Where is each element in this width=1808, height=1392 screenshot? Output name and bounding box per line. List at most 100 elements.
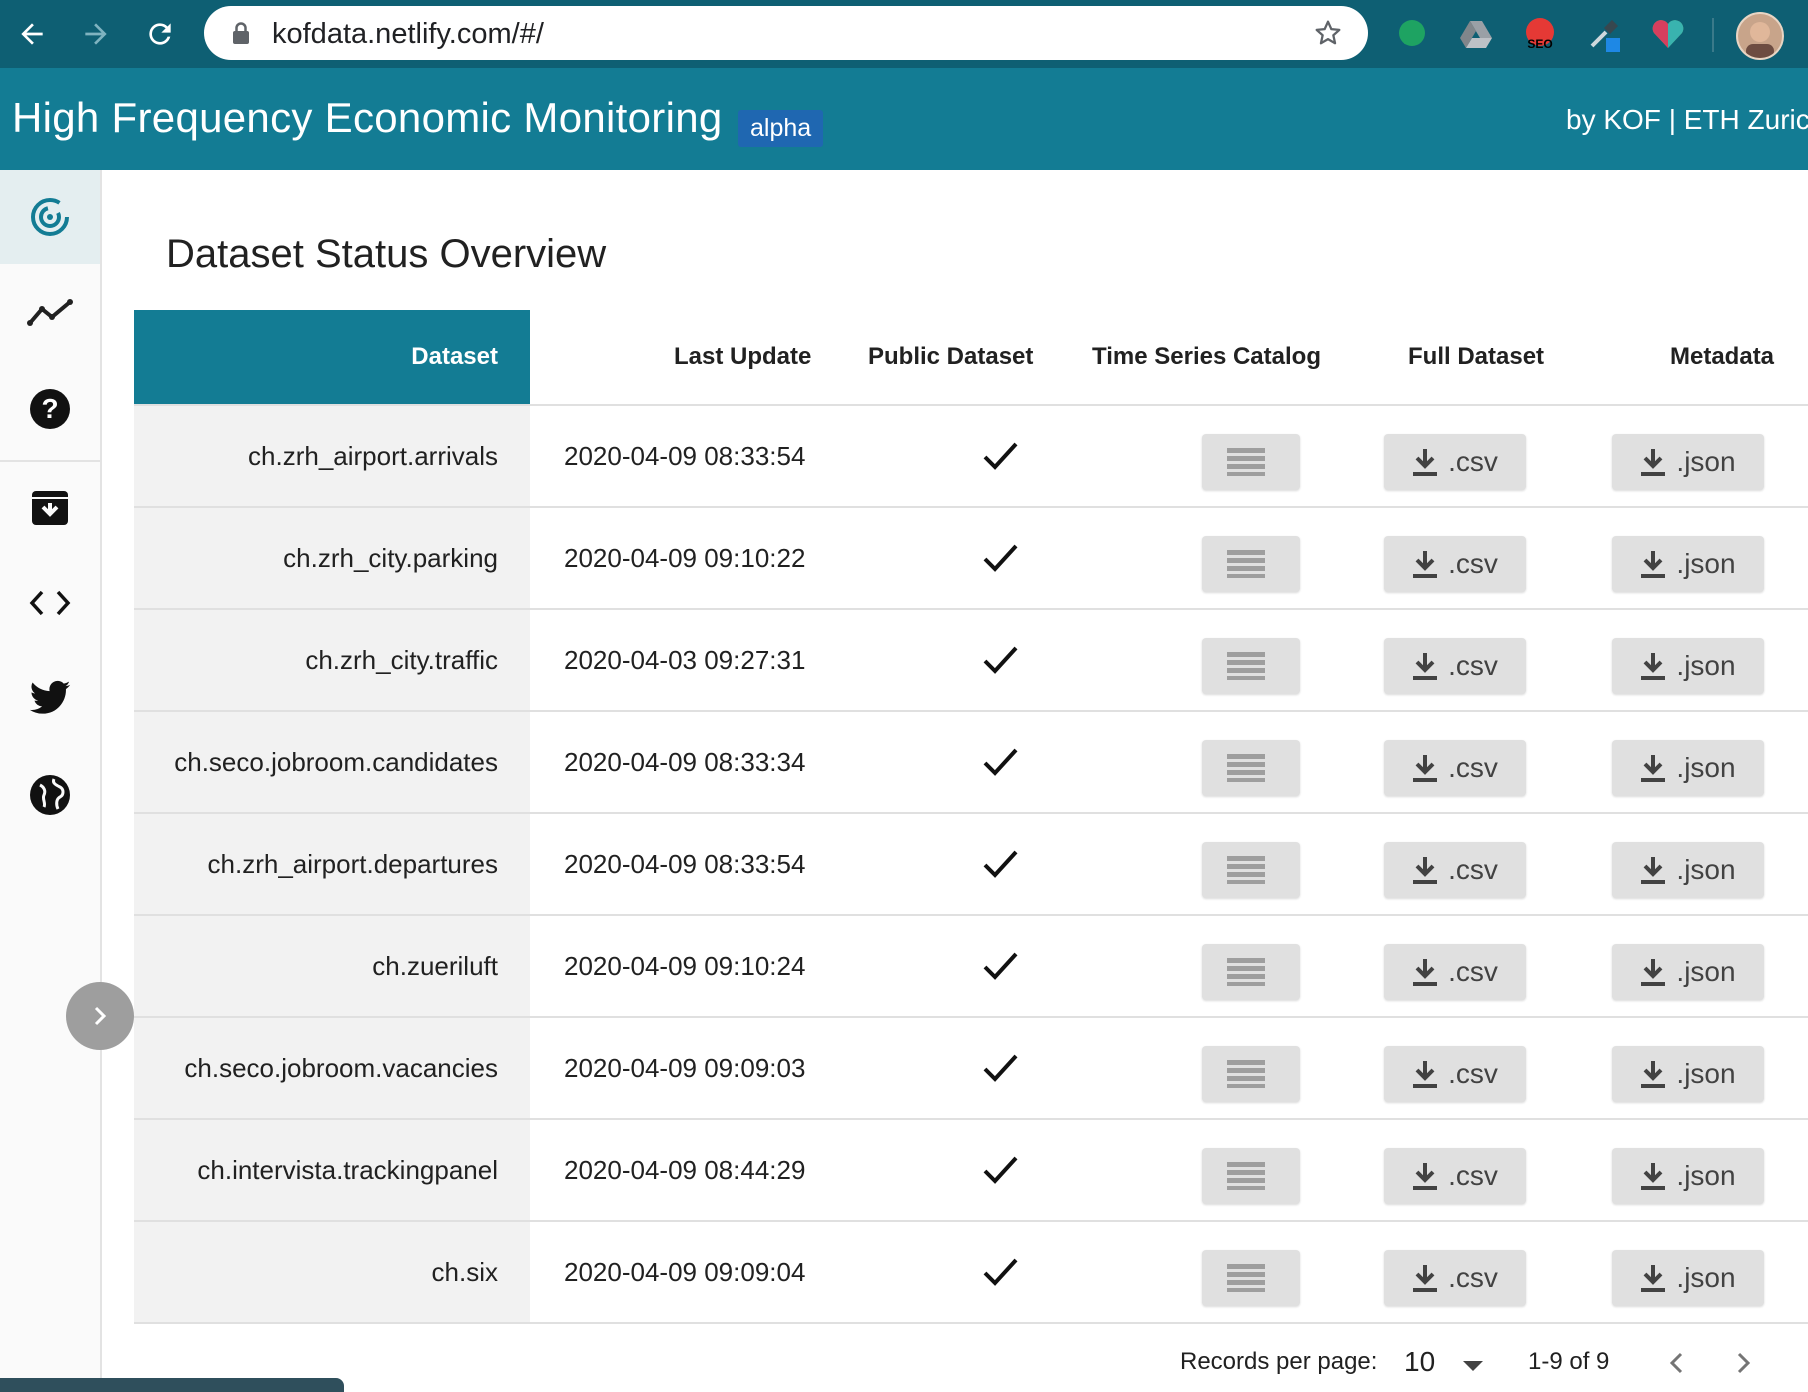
forward-icon[interactable]	[74, 12, 118, 56]
catalog-button[interactable]	[1202, 740, 1300, 796]
rows-per-page-select[interactable]: 10	[1404, 1346, 1435, 1378]
back-icon[interactable]	[10, 12, 54, 56]
download-icon	[1413, 551, 1438, 578]
url-text: kofdata.netlify.com/#/	[272, 18, 544, 50]
csv-label: .csv	[1448, 854, 1498, 885]
download-json-button[interactable]: .json	[1612, 1250, 1764, 1306]
download-csv-button[interactable]: .csv	[1384, 842, 1526, 898]
dataset-name[interactable]: ch.zrh_airport.departures	[134, 814, 530, 914]
download-csv-button[interactable]: .csv	[1384, 740, 1526, 796]
download-icon	[1413, 1265, 1438, 1292]
chevron-left-icon[interactable]	[1660, 1346, 1694, 1380]
sidebar: ?	[0, 170, 134, 1392]
download-icon	[1641, 653, 1666, 680]
download-icon	[1641, 551, 1666, 578]
catalog-button[interactable]	[1202, 1148, 1300, 1204]
trending-line-icon	[27, 299, 73, 326]
catalog-button[interactable]	[1202, 842, 1300, 898]
sidebar-item-help[interactable]: ?	[0, 362, 100, 456]
sidebar-item-downloads[interactable]	[0, 460, 100, 554]
catalog-button[interactable]	[1202, 536, 1300, 592]
svg-text:?: ?	[41, 393, 58, 424]
toolbar-divider	[1712, 18, 1714, 52]
list-icon	[1227, 754, 1265, 782]
download-csv-button[interactable]: .csv	[1384, 638, 1526, 694]
extension-drive-icon[interactable]	[1456, 14, 1496, 54]
dataset-name[interactable]: ch.seco.jobroom.candidates	[134, 712, 530, 812]
caret-down-icon[interactable]	[1462, 1360, 1484, 1372]
dataset-name[interactable]: ch.zrh_city.parking	[134, 508, 530, 608]
extension-chat-icon[interactable]	[1392, 14, 1432, 54]
catalog-button[interactable]	[1202, 1250, 1300, 1306]
sidebar-item-api[interactable]	[0, 556, 100, 650]
download-icon	[1641, 857, 1666, 884]
chevron-right-icon[interactable]	[1726, 1346, 1760, 1380]
download-json-button[interactable]: .json	[1612, 1148, 1764, 1204]
bookmark-star-icon[interactable]	[1312, 17, 1344, 49]
sidebar-item-trends[interactable]	[0, 266, 100, 360]
table-row: ch.zrh_city.traffic 2020-04-03 09:27:31 .c…	[134, 610, 1808, 712]
json-label: .json	[1676, 650, 1736, 681]
header-last-update[interactable]: Last Update	[674, 310, 811, 404]
download-csv-button[interactable]: .csv	[1384, 434, 1526, 490]
reload-icon[interactable]	[138, 12, 182, 56]
code-icon	[29, 590, 71, 616]
chevron-right-icon	[94, 1006, 107, 1026]
dataset-name[interactable]: ch.zueriluft	[134, 916, 530, 1016]
download-icon	[1641, 1061, 1666, 1088]
address-bar[interactable]: kofdata.netlify.com/#/	[204, 6, 1368, 60]
byline-link[interactable]: by KOF | ETH Zurich	[1566, 104, 1808, 136]
browser-toolbar: kofdata.netlify.com/#/ SEO	[0, 0, 1808, 68]
download-json-button[interactable]: .json	[1612, 842, 1764, 898]
dataset-table: Dataset Last Update Public Dataset Time …	[134, 310, 1808, 1324]
header-metadata[interactable]: Metadata	[1670, 310, 1774, 404]
dataset-name[interactable]: ch.six	[134, 1222, 530, 1322]
download-csv-button[interactable]: .csv	[1384, 944, 1526, 1000]
json-label: .json	[1676, 1160, 1736, 1191]
header-full-dataset[interactable]: Full Dataset	[1408, 310, 1544, 404]
sidebar-item-twitter[interactable]	[0, 652, 100, 746]
header-public-dataset[interactable]: Public Dataset	[868, 310, 1033, 404]
csv-label: .csv	[1448, 650, 1498, 681]
catalog-button[interactable]	[1202, 944, 1300, 1000]
download-json-button[interactable]: .json	[1612, 434, 1764, 490]
last-update: 2020-04-09 08:44:29	[564, 1154, 806, 1185]
header-time-series-catalog[interactable]: Time Series Catalog	[1092, 310, 1321, 404]
download-json-button[interactable]: .json	[1612, 740, 1764, 796]
lock-icon	[233, 22, 249, 44]
download-icon	[1413, 449, 1438, 476]
download-csv-button[interactable]: .csv	[1384, 1046, 1526, 1102]
check-icon	[980, 1150, 1020, 1190]
json-label: .json	[1676, 854, 1736, 885]
download-icon	[1641, 1265, 1666, 1292]
download-csv-button[interactable]: .csv	[1384, 536, 1526, 592]
check-icon	[980, 946, 1020, 986]
dataset-name[interactable]: ch.intervista.trackingpanel	[134, 1120, 530, 1220]
twitter-icon	[29, 680, 71, 714]
download-csv-button[interactable]: .csv	[1384, 1148, 1526, 1204]
last-update: 2020-04-09 09:10:24	[564, 950, 806, 981]
sidebar-item-website[interactable]	[0, 748, 100, 842]
extension-eyedropper-icon[interactable]	[1584, 14, 1624, 54]
sidebar-expand-button[interactable]	[66, 982, 134, 1050]
dataset-name[interactable]: ch.zrh_city.traffic	[134, 610, 530, 710]
dataset-name[interactable]: ch.seco.jobroom.vacancies	[134, 1018, 530, 1118]
extension-seo-icon[interactable]: SEO	[1520, 14, 1560, 54]
download-json-button[interactable]: .json	[1612, 944, 1764, 1000]
profile-avatar[interactable]	[1736, 12, 1784, 60]
catalog-button[interactable]	[1202, 638, 1300, 694]
csv-label: .csv	[1448, 446, 1498, 477]
globe-icon	[30, 775, 70, 815]
sidebar-item-dashboard[interactable]	[0, 170, 100, 264]
download-json-button[interactable]: .json	[1612, 536, 1764, 592]
download-csv-button[interactable]: .csv	[1384, 1250, 1526, 1306]
csv-label: .csv	[1448, 1262, 1498, 1293]
catalog-button[interactable]	[1202, 1046, 1300, 1102]
extension-heart-icon[interactable]	[1648, 14, 1688, 54]
header-dataset[interactable]: Dataset	[134, 310, 530, 404]
download-json-button[interactable]: .json	[1612, 638, 1764, 694]
dataset-name[interactable]: ch.zrh_airport.arrivals	[134, 406, 530, 506]
catalog-button[interactable]	[1202, 434, 1300, 490]
csv-label: .csv	[1448, 548, 1498, 579]
download-json-button[interactable]: .json	[1612, 1046, 1764, 1102]
